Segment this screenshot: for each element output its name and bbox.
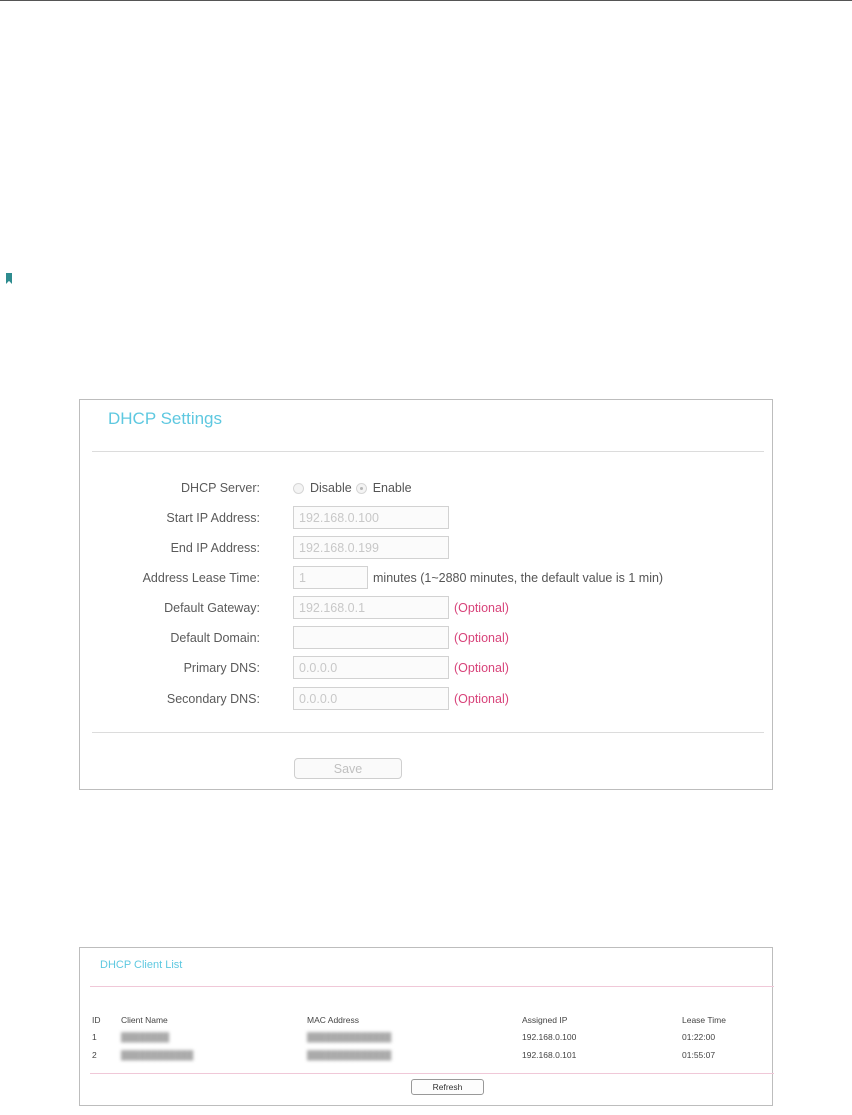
- dhcp-server-label: DHCP Server:: [181, 481, 260, 495]
- domain-optional: (Optional): [454, 631, 509, 645]
- secondary-dns-label: Secondary DNS:: [166, 692, 260, 706]
- row-lease-time: 01:22:00: [682, 1032, 716, 1042]
- secondary-dns-optional: (Optional): [454, 692, 509, 706]
- row-id: 1: [92, 1032, 97, 1042]
- client-list-title: DHCP Client List: [100, 959, 183, 971]
- domain-label: Default Domain:: [170, 631, 260, 645]
- radio-disable[interactable]: [293, 482, 304, 494]
- refresh-button[interactable]: Refresh: [411, 1079, 484, 1095]
- dhcp-client-list-panel: DHCP Client List ID Client Name MAC Addr…: [79, 947, 774, 1106]
- dhcp-settings-title: DHCP Settings: [108, 409, 223, 428]
- gateway-optional: (Optional): [454, 601, 509, 615]
- radio-disable-label[interactable]: Disable: [310, 481, 352, 495]
- end-ip-label: End IP Address:: [170, 541, 260, 555]
- divider: [90, 1073, 774, 1074]
- save-button[interactable]: Save: [294, 758, 402, 779]
- primary-dns-label: Primary DNS:: [183, 661, 260, 675]
- row-client-name-redacted: ████████: [121, 1032, 170, 1042]
- page-top-rule: [0, 0, 852, 1]
- row-mac-redacted: ██████████████: [307, 1032, 392, 1042]
- secondary-dns-input[interactable]: [293, 687, 449, 710]
- lease-time-note: minutes (1~2880 minutes, the default val…: [373, 571, 664, 585]
- lease-time-label: Address Lease Time:: [142, 571, 260, 585]
- col-header-id: ID: [92, 1015, 101, 1025]
- lease-time-input[interactable]: [293, 566, 368, 589]
- primary-dns-optional: (Optional): [454, 661, 509, 675]
- gateway-input[interactable]: [293, 596, 449, 619]
- divider: [92, 732, 764, 733]
- row-assigned-ip: 192.168.0.101: [522, 1050, 577, 1060]
- dhcp-server-radio-group: Disable Enable: [293, 480, 416, 496]
- radio-enable-label[interactable]: Enable: [373, 481, 412, 495]
- row-id: 2: [92, 1050, 97, 1060]
- start-ip-label: Start IP Address:: [166, 511, 260, 525]
- dhcp-settings-panel: DHCP Settings DHCP Server: Disable Enabl…: [79, 399, 773, 790]
- row-lease-time: 01:55:07: [682, 1050, 716, 1060]
- primary-dns-input[interactable]: [293, 656, 449, 679]
- row-mac-redacted: ██████████████: [307, 1050, 392, 1060]
- radio-enable[interactable]: [355, 482, 367, 494]
- divider: [92, 451, 764, 452]
- col-header-client-name: Client Name: [121, 1015, 168, 1025]
- bookmark-icon: [6, 273, 12, 284]
- col-header-lease: Lease Time: [682, 1015, 726, 1025]
- start-ip-input[interactable]: [293, 506, 449, 529]
- end-ip-input[interactable]: [293, 536, 449, 559]
- col-header-mac: MAC Address: [307, 1015, 359, 1025]
- divider: [90, 986, 774, 987]
- gateway-label: Default Gateway:: [164, 601, 260, 615]
- col-header-ip: Assigned IP: [522, 1015, 568, 1025]
- domain-input[interactable]: [293, 626, 449, 649]
- row-client-name-redacted: ████████████: [121, 1050, 194, 1060]
- row-assigned-ip: 192.168.0.100: [522, 1032, 577, 1042]
